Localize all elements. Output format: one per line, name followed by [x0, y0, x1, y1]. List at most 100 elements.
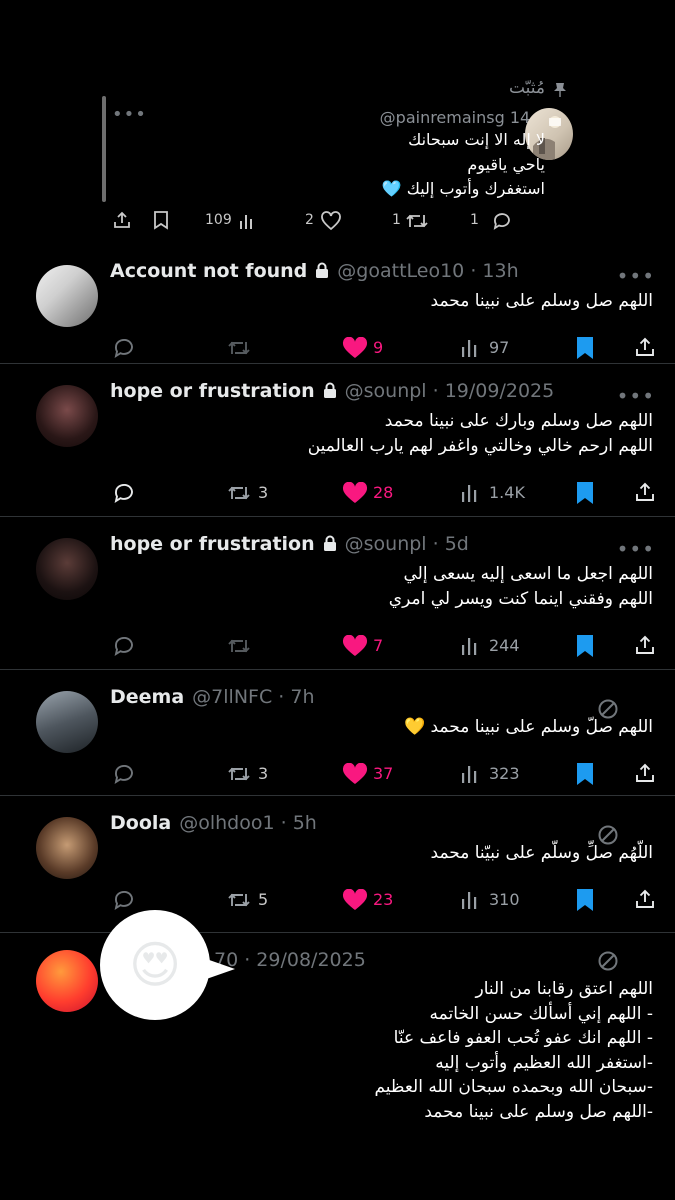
views-icon[interactable] [460, 483, 480, 503]
views-icon[interactable] [460, 764, 480, 784]
pinned-line: لا إله الا إنت سبحانك [408, 130, 545, 149]
share-icon[interactable] [634, 888, 656, 910]
replies-count: 1 [470, 212, 479, 228]
views-icon[interactable] [460, 890, 480, 910]
like-icon[interactable] [342, 482, 368, 504]
post-header: Deema @7llNFC · 7h [110, 686, 315, 708]
reply-icon[interactable] [112, 762, 136, 786]
dot-separator: · [274, 812, 293, 834]
views-icon[interactable] [460, 338, 480, 358]
bookmark-icon[interactable] [575, 762, 595, 786]
like-icon[interactable] [342, 889, 368, 911]
bookmark-icon[interactable] [575, 888, 595, 912]
post-text: اللهم صلّ وسلم على نبينا محمد 💛 [403, 717, 653, 737]
views-count: 1.4K [489, 483, 525, 502]
like-icon[interactable] [342, 763, 368, 785]
repost-icon[interactable] [405, 211, 429, 231]
bookmark-icon[interactable] [575, 481, 595, 505]
divider [0, 363, 675, 364]
likes-count: 37 [373, 764, 394, 783]
reply-icon[interactable] [112, 336, 136, 360]
post-time: 7h [290, 686, 315, 708]
heart-eyes-emoji: 😍 [128, 936, 182, 994]
post-avatar[interactable] [36, 817, 98, 879]
post-time: 5h [292, 812, 317, 834]
bookmark-icon[interactable] [152, 210, 170, 230]
bookmark-icon[interactable] [575, 336, 595, 360]
like-icon[interactable] [320, 211, 342, 231]
reply-icon[interactable] [112, 888, 136, 912]
author-handle[interactable]: @goattLeo10 [337, 260, 464, 282]
post-text: - اللهم انك عفو تُحب العفو فاعف عنّا [393, 1028, 653, 1048]
views-count: 109 [205, 212, 232, 228]
lock-icon [323, 382, 337, 399]
pinned-label: مُثبّت [508, 78, 545, 98]
pin-icon [553, 82, 567, 98]
dot-separator: · [426, 533, 445, 555]
post-text: اللهم اجعل ما اسعى إليه يسعى إلي [403, 564, 653, 584]
dot-separator: · [426, 380, 445, 402]
share-icon[interactable] [634, 762, 656, 784]
post-time: 19/09/2025 [444, 380, 555, 402]
repost-icon[interactable] [226, 890, 252, 910]
repost-icon[interactable] [226, 338, 252, 358]
post-avatar[interactable] [36, 538, 98, 600]
pinned-line: استغفرك وأتوب إليك 🩵 [381, 179, 545, 198]
views-count: 97 [489, 338, 510, 357]
divider [0, 669, 675, 670]
post-avatar[interactable] [36, 691, 98, 753]
post-text: -استغفر الله العظيم وأتوب إليه [435, 1052, 653, 1073]
lock-icon [323, 535, 337, 552]
post-text: اللّهُم صلِّ وسلّم على نبيّنا محمد [430, 843, 653, 863]
more-icon[interactable]: ••• [617, 537, 655, 561]
share-icon[interactable] [112, 210, 132, 230]
share-icon[interactable] [634, 336, 656, 358]
post-text: اللهم اعتق رقابنا من النار [475, 979, 654, 999]
emoji-sticker: 😍 [100, 910, 210, 1020]
post-header: Doola @olhdoo1 · 5h [110, 812, 317, 834]
post-text: -سبحان الله وبحمده سبحان الله العظيم [374, 1077, 653, 1097]
pinned-line: ياحي ياقيوم [467, 155, 545, 174]
author-name[interactable]: Deema [110, 686, 184, 708]
more-icon[interactable]: ••• [617, 384, 655, 408]
author-handle[interactable]: @olhdoo1 [179, 812, 274, 834]
like-icon[interactable] [342, 635, 368, 657]
post-text: اللهم صل وسلم وبارك على نبينا محمد [384, 411, 653, 431]
views-icon[interactable] [460, 636, 480, 656]
dot-separator: · [272, 686, 291, 708]
repost-icon[interactable] [226, 636, 252, 656]
more-icon[interactable]: ••• [617, 264, 655, 288]
last-post-meta: 70 · 29/08/2025 [214, 949, 366, 971]
author-handle[interactable]: @sounpl [345, 533, 427, 555]
reply-icon[interactable] [491, 210, 513, 232]
share-icon[interactable] [634, 634, 656, 656]
post-text: اللهم وفقني اينما كنت ويسر لي امري [388, 589, 653, 609]
author-name[interactable]: Account not found [110, 260, 307, 282]
bookmark-icon[interactable] [575, 634, 595, 658]
like-icon[interactable] [342, 337, 368, 359]
author-name[interactable]: hope or frustration [110, 380, 315, 402]
author-handle[interactable]: @7llNFC [192, 686, 272, 708]
last-post-avatar[interactable] [36, 950, 98, 1012]
reply-icon[interactable] [112, 481, 136, 505]
post-avatar[interactable] [36, 385, 98, 447]
author-name[interactable]: Doola [110, 812, 171, 834]
likes-count: 28 [373, 483, 394, 502]
views-icon[interactable] [238, 212, 256, 230]
repost-icon[interactable] [226, 483, 252, 503]
post-time: 5d [444, 533, 469, 555]
blocked-icon[interactable] [597, 950, 619, 972]
likes-count: 2 [305, 212, 314, 228]
dot-separator: · [464, 260, 483, 282]
post-text: - اللهم إني أسألك حسن الخاتمه [429, 1003, 653, 1024]
author-handle[interactable]: @sounpl [345, 380, 427, 402]
views-count: 310 [489, 890, 520, 909]
author-name[interactable]: hope or frustration [110, 533, 315, 555]
post-avatar[interactable] [36, 265, 98, 327]
views-count: 323 [489, 764, 520, 783]
post-text: اللهم ارحم خالي وخالتي واغفر لهم يارب ال… [307, 436, 653, 456]
repost-icon[interactable] [226, 764, 252, 784]
reply-icon[interactable] [112, 634, 136, 658]
pinned-more-icon[interactable]: ••• [112, 106, 147, 124]
share-icon[interactable] [634, 481, 656, 503]
